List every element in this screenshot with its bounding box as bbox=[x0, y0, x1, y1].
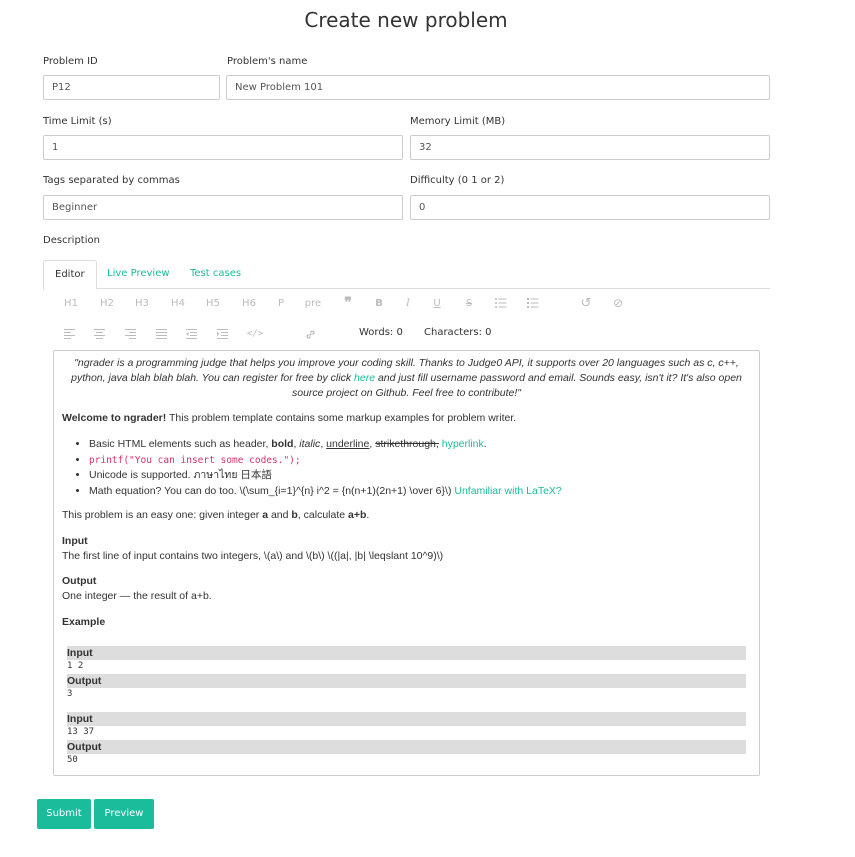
pre-button[interactable]: pre bbox=[295, 288, 331, 319]
tab-test-cases[interactable]: Test cases bbox=[179, 260, 252, 289]
output-text: One integer — the result of a+b. bbox=[62, 590, 212, 602]
latex-link[interactable]: Unfamiliar with LaTeX? bbox=[454, 485, 561, 497]
hyperlink-link[interactable]: hyperlink bbox=[442, 438, 484, 450]
ordered-list-icon[interactable] bbox=[515, 288, 551, 319]
list-item: printf("You can insert some codes."); bbox=[89, 453, 562, 469]
difficulty-input[interactable] bbox=[410, 195, 770, 220]
example-input-value: 1 2 bbox=[67, 661, 84, 671]
h1-button[interactable]: H1 bbox=[53, 288, 89, 319]
task-paragraph: This problem is an easy one: given integ… bbox=[62, 509, 370, 521]
undo-icon[interactable]: ↺ bbox=[568, 288, 604, 319]
indent-icon[interactable] bbox=[204, 319, 240, 350]
editor-toolbar-row-1: H1 H2 H3 H4 H5 H6 P pre ❞ B I U S ↺ ⊘ bbox=[53, 288, 633, 319]
list-item: Basic HTML elements such as header, bold… bbox=[89, 437, 562, 453]
character-count: Characters: 0 bbox=[424, 327, 492, 338]
h2-button[interactable]: H2 bbox=[89, 288, 125, 319]
time-limit-label: Time Limit (s) bbox=[43, 116, 112, 127]
time-limit-input[interactable] bbox=[43, 135, 403, 160]
input-heading: Input bbox=[62, 535, 88, 547]
underline-icon[interactable]: U bbox=[419, 288, 455, 319]
input-text: The first line of input contains two int… bbox=[62, 550, 444, 562]
intro-quote: "ngrader is a programming judge that hel… bbox=[71, 357, 742, 399]
memory-limit-label: Memory Limit (MB) bbox=[410, 116, 506, 127]
description-label: Description bbox=[43, 235, 100, 246]
example-output-label: Output bbox=[67, 740, 746, 754]
tags-input[interactable] bbox=[43, 195, 403, 220]
list-item: Unicode is supported. ภาษาไทย 日本語 bbox=[89, 468, 562, 484]
problem-id-input[interactable] bbox=[43, 75, 220, 100]
example-output-label: Output bbox=[67, 674, 746, 688]
example-input-label: Input bbox=[67, 646, 746, 660]
difficulty-label: Difficulty (0 1 or 2) bbox=[410, 175, 505, 186]
memory-limit-input[interactable] bbox=[410, 135, 770, 160]
tags-label: Tags separated by commas bbox=[43, 175, 180, 186]
example-input-label: Input bbox=[67, 712, 746, 726]
submit-button[interactable]: Submit bbox=[37, 799, 91, 829]
h4-button[interactable]: H4 bbox=[160, 288, 196, 319]
description-tabs: Editor Live Preview Test cases bbox=[43, 260, 770, 290]
h6-button[interactable]: H6 bbox=[231, 288, 267, 319]
page-title: Create new problem bbox=[304, 8, 508, 32]
code-icon[interactable]: </> bbox=[237, 319, 273, 350]
editor-toolbar-row-2: </> bbox=[53, 319, 633, 350]
h5-button[interactable]: H5 bbox=[195, 288, 231, 319]
tab-editor[interactable]: Editor bbox=[43, 260, 97, 290]
problem-name-input[interactable] bbox=[226, 75, 770, 100]
problem-name-label: Problem's name bbox=[227, 56, 308, 67]
problem-id-label: Problem ID bbox=[43, 56, 98, 67]
unordered-list-icon[interactable] bbox=[483, 288, 519, 319]
feature-list: Basic HTML elements such as header, bold… bbox=[62, 437, 562, 499]
list-item: Math equation? You can do too. \(\sum_{i… bbox=[89, 484, 562, 500]
output-heading: Output bbox=[62, 575, 97, 587]
clear-format-icon[interactable]: ⊘ bbox=[600, 288, 636, 319]
register-link[interactable]: here bbox=[354, 372, 375, 384]
strikethrough-icon[interactable]: S bbox=[451, 288, 487, 319]
example-heading: Example bbox=[62, 616, 106, 628]
example-input-value: 13 37 bbox=[67, 727, 95, 737]
example-output-value: 3 bbox=[67, 689, 73, 699]
word-count: Words: 0 bbox=[359, 327, 403, 338]
example-output-value: 50 bbox=[67, 755, 78, 765]
preview-button[interactable]: Preview bbox=[94, 799, 154, 829]
link-icon[interactable] bbox=[292, 319, 328, 350]
tab-live-preview[interactable]: Live Preview bbox=[96, 260, 181, 289]
h3-button[interactable]: H3 bbox=[124, 288, 160, 319]
welcome-paragraph: Welcome to ngrader! This problem templat… bbox=[62, 412, 517, 424]
paragraph-button[interactable]: P bbox=[263, 288, 299, 319]
